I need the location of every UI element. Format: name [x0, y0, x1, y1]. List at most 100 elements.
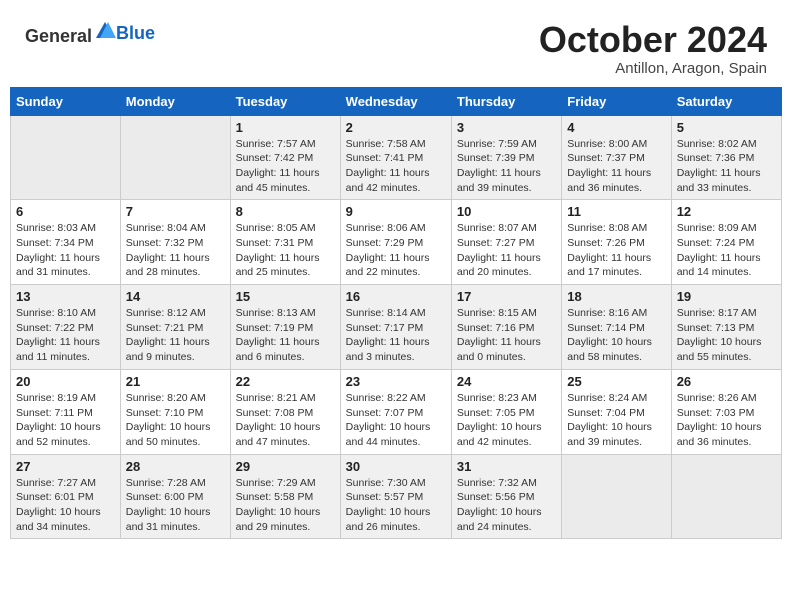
day-info: Sunrise: 8:22 AM Sunset: 7:07 PM Dayligh… [346, 391, 446, 450]
day-info: Sunrise: 8:02 AM Sunset: 7:36 PM Dayligh… [677, 137, 776, 196]
day-info: Sunrise: 8:12 AM Sunset: 7:21 PM Dayligh… [126, 306, 225, 365]
day-info: Sunrise: 8:15 AM Sunset: 7:16 PM Dayligh… [457, 306, 556, 365]
calendar-table: SundayMondayTuesdayWednesdayThursdayFrid… [10, 87, 782, 540]
day-number: 4 [567, 120, 665, 135]
calendar-cell: 9Sunrise: 8:06 AM Sunset: 7:29 PM Daylig… [340, 200, 451, 285]
day-number: 29 [236, 459, 335, 474]
day-info: Sunrise: 7:30 AM Sunset: 5:57 PM Dayligh… [346, 476, 446, 535]
day-number: 25 [567, 374, 665, 389]
day-number: 11 [567, 204, 665, 219]
day-number: 19 [677, 289, 776, 304]
weekday-header-sunday: Sunday [11, 87, 121, 115]
day-number: 1 [236, 120, 335, 135]
calendar-cell: 4 Sunrise: 8:00 AM Sunset: 7:37 PM Daylig… [562, 115, 671, 200]
calendar-cell [11, 115, 121, 200]
calendar-cell: 2Sunrise: 7:58 AM Sunset: 7:41 PM Daylig… [340, 115, 451, 200]
calendar-cell: 8Sunrise: 8:05 AM Sunset: 7:31 PM Daylig… [230, 200, 340, 285]
logo-icon [94, 20, 116, 42]
day-info: Sunrise: 8:14 AM Sunset: 7:17 PM Dayligh… [346, 306, 446, 365]
calendar-cell [562, 454, 671, 539]
day-info: Sunrise: 8:00 AM Sunset: 7:37 PM Dayligh… [567, 137, 665, 196]
calendar-cell [671, 454, 781, 539]
day-number: 20 [16, 374, 115, 389]
day-info: Sunrise: 8:17 AM Sunset: 7:13 PM Dayligh… [677, 306, 776, 365]
logo-blue: Blue [116, 23, 155, 43]
calendar-cell: 6 Sunrise: 8:03 AM Sunset: 7:34 PM Daylig… [11, 200, 121, 285]
day-info: Sunrise: 8:07 AM Sunset: 7:27 PM Dayligh… [457, 221, 556, 280]
day-info: Sunrise: 7:59 AM Sunset: 7:39 PM Dayligh… [457, 137, 556, 196]
weekday-header-thursday: Thursday [451, 87, 561, 115]
calendar-cell: 15Sunrise: 8:13 AM Sunset: 7:19 PM Dayli… [230, 285, 340, 370]
calendar-cell: 14 Sunrise: 8:12 AM Sunset: 7:21 PM Dayli… [120, 285, 230, 370]
day-info: Sunrise: 8:03 AM Sunset: 7:34 PM Dayligh… [16, 221, 115, 280]
calendar-cell: 10 Sunrise: 8:07 AM Sunset: 7:27 PM Dayli… [451, 200, 561, 285]
logo: General Blue [25, 20, 155, 47]
day-info: Sunrise: 8:26 AM Sunset: 7:03 PM Dayligh… [677, 391, 776, 450]
calendar-cell [120, 115, 230, 200]
day-number: 18 [567, 289, 665, 304]
day-info: Sunrise: 7:28 AM Sunset: 6:00 PM Dayligh… [126, 476, 225, 535]
calendar-cell: 27 Sunrise: 7:27 AM Sunset: 6:01 PM Dayli… [11, 454, 121, 539]
weekday-header-wednesday: Wednesday [340, 87, 451, 115]
calendar-cell: 11 Sunrise: 8:08 AM Sunset: 7:26 PM Dayli… [562, 200, 671, 285]
day-info: Sunrise: 8:24 AM Sunset: 7:04 PM Dayligh… [567, 391, 665, 450]
weekday-header-tuesday: Tuesday [230, 87, 340, 115]
day-info: Sunrise: 8:04 AM Sunset: 7:32 PM Dayligh… [126, 221, 225, 280]
calendar-cell: 26Sunrise: 8:26 AM Sunset: 7:03 PM Dayli… [671, 369, 781, 454]
day-info: Sunrise: 8:10 AM Sunset: 7:22 PM Dayligh… [16, 306, 115, 365]
day-number: 28 [126, 459, 225, 474]
month-title: October 2024 [539, 20, 767, 60]
day-info: Sunrise: 8:21 AM Sunset: 7:08 PM Dayligh… [236, 391, 335, 450]
day-info: Sunrise: 8:13 AM Sunset: 7:19 PM Dayligh… [236, 306, 335, 365]
day-info: Sunrise: 8:23 AM Sunset: 7:05 PM Dayligh… [457, 391, 556, 450]
day-number: 16 [346, 289, 446, 304]
day-number: 31 [457, 459, 556, 474]
calendar-cell: 7Sunrise: 8:04 AM Sunset: 7:32 PM Daylig… [120, 200, 230, 285]
day-number: 3 [457, 120, 556, 135]
day-info: Sunrise: 7:29 AM Sunset: 5:58 PM Dayligh… [236, 476, 335, 535]
day-number: 5 [677, 120, 776, 135]
day-number: 8 [236, 204, 335, 219]
calendar-cell: 3 Sunrise: 7:59 AM Sunset: 7:39 PM Daylig… [451, 115, 561, 200]
calendar-cell: 28 Sunrise: 7:28 AM Sunset: 6:00 PM Dayli… [120, 454, 230, 539]
calendar-cell: 13 Sunrise: 8:10 AM Sunset: 7:22 PM Dayli… [11, 285, 121, 370]
day-number: 14 [126, 289, 225, 304]
day-info: Sunrise: 7:57 AM Sunset: 7:42 PM Dayligh… [236, 137, 335, 196]
day-number: 2 [346, 120, 446, 135]
title-block: October 2024 Antillon, Aragon, Spain [539, 20, 767, 77]
calendar-cell: 18Sunrise: 8:16 AM Sunset: 7:14 PM Dayli… [562, 285, 671, 370]
day-number: 24 [457, 374, 556, 389]
calendar-cell: 31 Sunrise: 7:32 AM Sunset: 5:56 PM Dayli… [451, 454, 561, 539]
day-number: 13 [16, 289, 115, 304]
calendar-cell: 30Sunrise: 7:30 AM Sunset: 5:57 PM Dayli… [340, 454, 451, 539]
day-info: Sunrise: 8:20 AM Sunset: 7:10 PM Dayligh… [126, 391, 225, 450]
page-header: General Blue October 2024 Antillon, Arag… [10, 10, 782, 82]
day-number: 10 [457, 204, 556, 219]
calendar-cell: 22 Sunrise: 8:21 AM Sunset: 7:08 PM Dayli… [230, 369, 340, 454]
calendar-cell: 21 Sunrise: 8:20 AM Sunset: 7:10 PM Dayli… [120, 369, 230, 454]
calendar-cell: 5 Sunrise: 8:02 AM Sunset: 7:36 PM Daylig… [671, 115, 781, 200]
calendar-cell: 12 Sunrise: 8:09 AM Sunset: 7:24 PM Dayli… [671, 200, 781, 285]
weekday-header-friday: Friday [562, 87, 671, 115]
day-info: Sunrise: 8:09 AM Sunset: 7:24 PM Dayligh… [677, 221, 776, 280]
weekday-header-saturday: Saturday [671, 87, 781, 115]
calendar-cell: 29 Sunrise: 7:29 AM Sunset: 5:58 PM Dayli… [230, 454, 340, 539]
day-number: 21 [126, 374, 225, 389]
day-number: 12 [677, 204, 776, 219]
day-info: Sunrise: 8:19 AM Sunset: 7:11 PM Dayligh… [16, 391, 115, 450]
calendar-cell: 16 Sunrise: 8:14 AM Sunset: 7:17 PM Dayli… [340, 285, 451, 370]
calendar-cell: 17 Sunrise: 8:15 AM Sunset: 7:16 PM Dayli… [451, 285, 561, 370]
day-info: Sunrise: 7:32 AM Sunset: 5:56 PM Dayligh… [457, 476, 556, 535]
day-number: 23 [346, 374, 446, 389]
calendar-cell: 20 Sunrise: 8:19 AM Sunset: 7:11 PM Dayli… [11, 369, 121, 454]
day-number: 17 [457, 289, 556, 304]
day-number: 27 [16, 459, 115, 474]
day-number: 22 [236, 374, 335, 389]
day-number: 6 [16, 204, 115, 219]
day-info: Sunrise: 7:27 AM Sunset: 6:01 PM Dayligh… [16, 476, 115, 535]
calendar-cell: 19 Sunrise: 8:17 AM Sunset: 7:13 PM Dayli… [671, 285, 781, 370]
day-number: 9 [346, 204, 446, 219]
day-info: Sunrise: 8:08 AM Sunset: 7:26 PM Dayligh… [567, 221, 665, 280]
calendar-cell: 25 Sunrise: 8:24 AM Sunset: 7:04 PM Dayli… [562, 369, 671, 454]
weekday-header-monday: Monday [120, 87, 230, 115]
